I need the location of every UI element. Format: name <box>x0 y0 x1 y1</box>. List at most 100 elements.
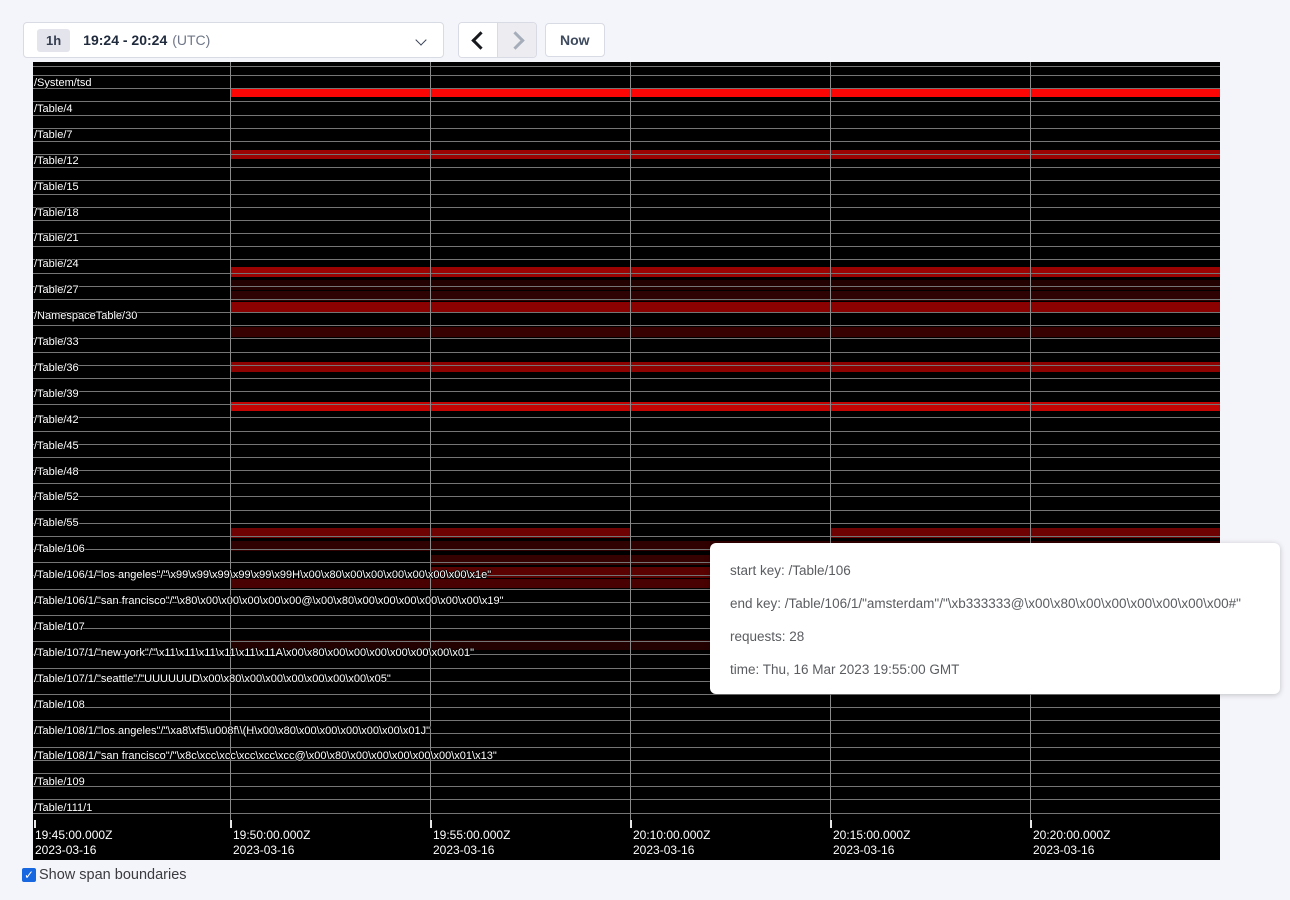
time-gridline <box>630 62 631 827</box>
span-boundary-line <box>33 154 1220 155</box>
span-boundary-line <box>33 444 1220 445</box>
span-boundary-line <box>33 128 1220 129</box>
span-boundary-line <box>33 207 1220 208</box>
time-range-select[interactable]: 1h 19:24 - 20:24 (UTC) <box>23 22 444 58</box>
chevron-left-icon <box>471 31 489 49</box>
time-axis-time: 19:55:00.000Z <box>433 828 510 843</box>
span-boundary-line <box>33 299 1220 300</box>
row-key-label: /Table/108 <box>34 699 85 711</box>
row-key-label: /NamespaceTable/30 <box>34 310 137 322</box>
span-boundary-line <box>33 180 1220 181</box>
row-key-label: /Table/55 <box>34 517 79 529</box>
time-tick <box>1030 820 1032 828</box>
next-time-button[interactable] <box>498 23 536 57</box>
heat-band <box>230 327 1220 337</box>
span-boundary-line <box>33 66 1220 67</box>
row-key-label: /Table/107/1/"new york"/"\x11\x11\x11\x1… <box>34 647 474 659</box>
row-key-label: /Table/45 <box>34 440 79 452</box>
row-key-label: /Table/107/1/"seattle"/"UUUUUUD\x00\x80\… <box>34 673 391 685</box>
tooltip-start-key: start key: /Table/106 <box>730 554 1280 587</box>
span-boundary-line <box>33 391 1220 392</box>
row-key-label: /Table/106 <box>34 543 85 555</box>
row-key-label: /Table/106/1/"los angeles"/"\x99\x99\x99… <box>34 569 491 581</box>
time-axis-label: 19:55:00.000Z2023-03-16 <box>431 828 510 858</box>
row-key-label: /Table/18 <box>34 207 79 219</box>
time-axis-date: 2023-03-16 <box>633 843 710 858</box>
time-axis-time: 20:20:00.000Z <box>1033 828 1110 843</box>
span-boundary-line <box>33 523 1220 524</box>
time-tick <box>430 820 432 828</box>
row-key-label: /Table/42 <box>34 414 79 426</box>
tooltip-time: time: Thu, 16 Mar 2023 19:55:00 GMT <box>730 653 1280 686</box>
key-visualizer-canvas[interactable]: /System/tsd/Table/4/Table/7/Table/12/Tab… <box>33 62 1220 860</box>
row-key-label: /Table/4 <box>34 103 73 115</box>
span-boundary-line <box>33 747 1220 748</box>
row-key-label: /Table/107 <box>34 621 85 633</box>
time-tick <box>34 820 36 828</box>
time-axis-label: 20:10:00.000Z2023-03-16 <box>631 828 710 858</box>
heat-band <box>230 88 1220 97</box>
tooltip-requests: requests: 28 <box>730 620 1280 653</box>
span-boundary-line <box>33 470 1220 471</box>
time-range-preset-badge: 1h <box>37 29 70 52</box>
time-axis-label: 20:15:00.000Z2023-03-16 <box>831 828 910 858</box>
time-axis-label: 19:45:00.000Z2023-03-16 <box>33 828 112 858</box>
time-axis-label: 20:20:00.000Z2023-03-16 <box>1031 828 1110 858</box>
time-tick <box>230 820 232 828</box>
time-axis-time: 19:45:00.000Z <box>35 828 112 843</box>
span-boundary-line <box>33 141 1220 142</box>
now-button[interactable]: Now <box>545 23 605 57</box>
span-boundary-line <box>33 338 1220 339</box>
span-boundary-line <box>33 786 1220 787</box>
time-tick <box>630 820 632 828</box>
row-key-label: /Table/111/1 <box>34 802 92 814</box>
time-axis-date: 2023-03-16 <box>833 843 910 858</box>
span-boundary-line <box>33 496 1220 497</box>
span-boundary-line <box>33 378 1220 379</box>
chevron-right-icon <box>506 31 524 49</box>
footer: ✓ Show span boundaries <box>22 867 187 883</box>
row-key-label: /Table/15 <box>34 181 79 193</box>
show-span-boundaries-checkbox[interactable]: ✓ <box>22 868 36 882</box>
prev-time-button[interactable] <box>459 23 498 57</box>
span-boundary-line <box>33 75 1220 76</box>
span-boundary-line <box>33 365 1220 366</box>
span-boundary-line <box>33 286 1220 287</box>
sample-tooltip: start key: /Table/106 end key: /Table/10… <box>710 543 1280 694</box>
span-boundary-line <box>33 233 1220 234</box>
time-gridline <box>430 62 431 827</box>
time-range-value: 19:24 - 20:24 <box>83 32 167 48</box>
span-boundary-line <box>33 101 1220 102</box>
span-boundary-line <box>33 404 1220 405</box>
span-boundary-line <box>33 707 1220 708</box>
time-gridline <box>230 62 231 827</box>
span-boundary-line <box>33 536 1220 537</box>
time-axis-date: 2023-03-16 <box>35 843 112 858</box>
row-key-label: /Table/36 <box>34 362 79 374</box>
toolbar: 1h 19:24 - 20:24 (UTC) Now <box>0 0 1290 62</box>
row-key-label: /Table/52 <box>34 491 79 503</box>
time-axis-date: 2023-03-16 <box>433 843 510 858</box>
row-key-label: /Table/108/1/"san francisco"/"\x8c\xcc\x… <box>34 750 497 762</box>
span-boundary-line <box>33 694 1220 695</box>
span-boundary-line <box>33 246 1220 247</box>
span-boundary-line <box>33 813 1220 814</box>
span-boundary-line <box>33 194 1220 195</box>
time-gridline <box>830 62 831 827</box>
row-key-label: /Table/109 <box>34 776 85 788</box>
span-boundary-line <box>33 720 1220 721</box>
time-gridline <box>1030 62 1031 827</box>
row-key-label: /Table/39 <box>34 388 79 400</box>
heat-band <box>230 362 1220 372</box>
row-key-label: /Table/48 <box>34 466 79 478</box>
span-boundary-line <box>33 220 1220 221</box>
span-boundary-line <box>33 273 1220 274</box>
time-axis-time: 20:10:00.000Z <box>633 828 710 843</box>
row-key-label: /Table/108/1/"los angeles"/"\xa8\xf5\u00… <box>34 725 430 737</box>
span-boundary-line <box>33 325 1220 326</box>
time-axis-label: 19:50:00.000Z2023-03-16 <box>231 828 310 858</box>
span-boundary-line <box>33 483 1220 484</box>
show-span-boundaries-label: Show span boundaries <box>39 867 187 883</box>
span-boundary-line <box>33 417 1220 418</box>
tooltip-end-key: end key: /Table/106/1/"amsterdam"/"\xb33… <box>730 587 1280 620</box>
